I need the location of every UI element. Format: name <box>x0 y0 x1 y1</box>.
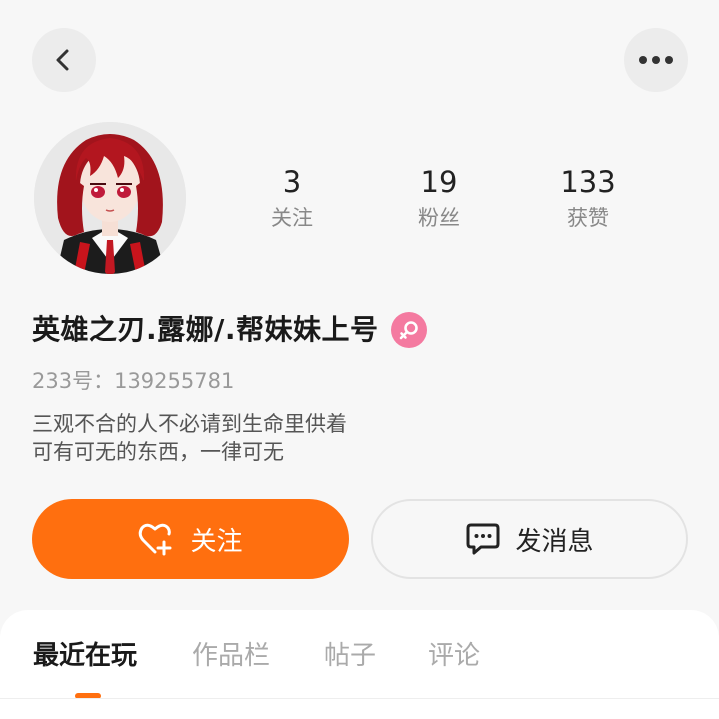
following-label: 关注 <box>271 206 313 230</box>
likes-label: 获赞 <box>567 206 609 230</box>
user-id: 233号：139255781 <box>32 369 235 393</box>
back-button[interactable] <box>32 28 96 92</box>
bio-line-1: 三观不合的人不必请到生命里供着 <box>32 412 347 436</box>
chat-bubble-icon <box>465 522 501 556</box>
username: 英雄之刃.露娜/.帮妹妹上号 <box>32 313 379 346</box>
chevron-left-icon <box>56 49 69 71</box>
anime-girl-avatar-image <box>34 122 186 274</box>
more-button[interactable] <box>624 28 688 92</box>
heart-plus-icon <box>138 522 176 556</box>
message-label: 发消息 <box>515 526 594 557</box>
female-gender-icon <box>390 312 427 348</box>
avatar[interactable] <box>34 122 186 274</box>
follow-button[interactable]: 关注 <box>32 499 349 579</box>
tab-comments[interactable]: 评论 <box>428 636 480 676</box>
tab-works[interactable]: 作品栏 <box>192 636 270 676</box>
fans-label: 粉丝 <box>418 206 460 230</box>
follow-label: 关注 <box>190 526 243 557</box>
following-count: 3 <box>282 165 302 199</box>
stat-fans[interactable]: 19 粉丝 <box>379 164 499 234</box>
tab-recently-played[interactable]: 最近在玩 <box>33 636 137 676</box>
tabs-panel: 最近在玩 作品栏 帖子 评论 <box>0 610 719 719</box>
name-row: 英雄之刃.露娜/.帮妹妹上号 <box>32 310 427 350</box>
bio: 三观不合的人不必请到生命里供着 可有可无的东西，一律可无 <box>32 410 347 466</box>
bio-line-2: 可有可无的东西，一律可无 <box>32 440 284 464</box>
fans-count: 19 <box>420 165 458 199</box>
tabs-divider <box>0 698 719 699</box>
stat-likes[interactable]: 133 获赞 <box>528 164 648 234</box>
likes-count: 133 <box>560 165 616 199</box>
tab-posts[interactable]: 帖子 <box>324 636 376 676</box>
more-horizontal-icon <box>639 56 673 64</box>
message-button[interactable]: 发消息 <box>371 499 688 579</box>
stat-following[interactable]: 3 关注 <box>232 164 352 234</box>
